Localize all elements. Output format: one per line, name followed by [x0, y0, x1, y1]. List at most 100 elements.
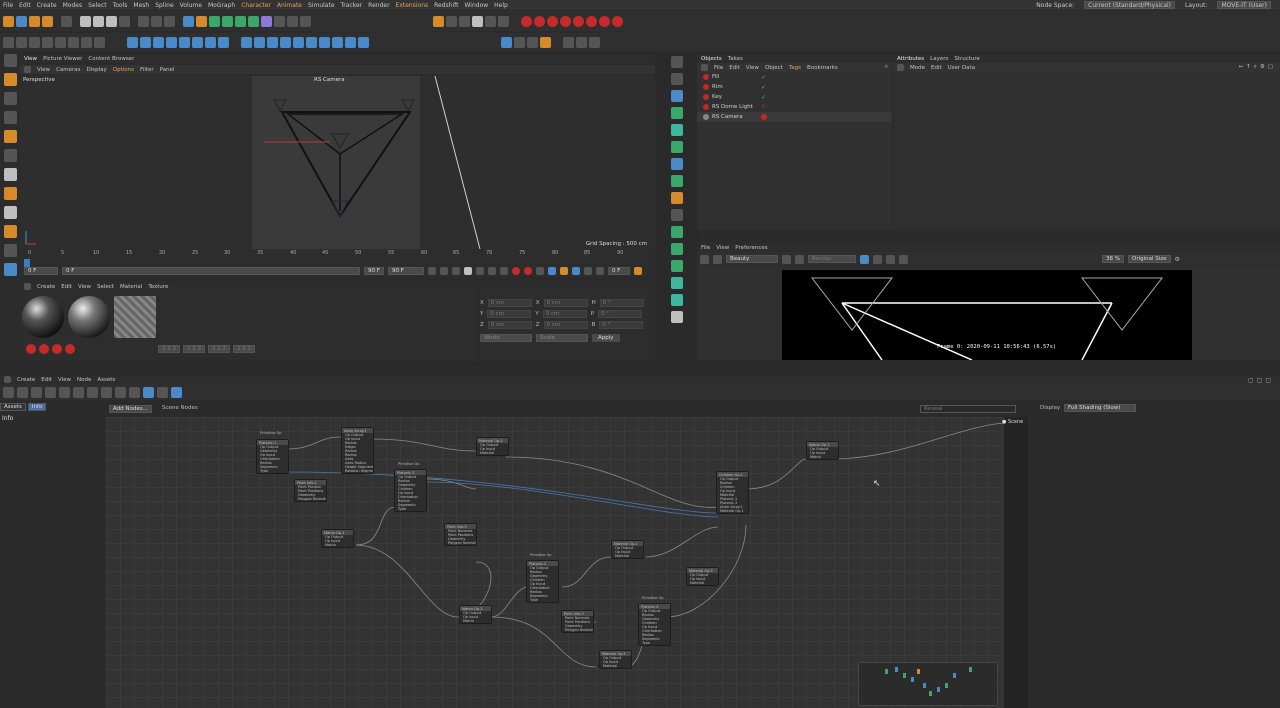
rs-mat-icon-3[interactable]: [589, 36, 600, 48]
start-frame-field[interactable]: 0 F: [24, 267, 58, 275]
object-row-key[interactable]: Key ✓: [697, 92, 892, 102]
cone-icon[interactable]: [254, 36, 265, 48]
redshift-env-icon[interactable]: [498, 15, 509, 27]
go-to-start-icon[interactable]: [428, 267, 436, 275]
chip-231[interactable]: 2 3 1: [233, 345, 255, 353]
grid-workplane-icon[interactable]: [3, 263, 17, 276]
rs-light-icon-2[interactable]: [534, 15, 545, 27]
rs-light-icon-7[interactable]: [599, 15, 610, 27]
rs-settings-icon[interactable]: [527, 36, 538, 48]
water-drop-icon[interactable]: [267, 36, 278, 48]
redshift-volume-icon[interactable]: [485, 15, 496, 27]
object-row-rim[interactable]: Rim ✓: [697, 82, 892, 92]
rs-brush-icon[interactable]: [670, 56, 683, 68]
attr-nav-icons[interactable]: ←↑⌕⚙▢: [1239, 64, 1276, 71]
attr-menu-icon[interactable]: [897, 64, 904, 71]
aov-select[interactable]: Beauty: [726, 255, 778, 263]
timeline-icon[interactable]: [634, 267, 642, 275]
viewport-menu-display[interactable]: Display: [87, 67, 107, 73]
object-row-dome-light[interactable]: RS Dome Light ✕: [697, 102, 892, 112]
node-minimap[interactable]: [858, 662, 998, 706]
rv-snapshot-icon[interactable]: [886, 254, 895, 264]
node-children-op-1[interactable]: Children Op.1 Op Output Radius Children …: [716, 471, 749, 514]
spline-icon[interactable]: [166, 36, 177, 48]
rv-ipr-icon[interactable]: [782, 254, 791, 264]
node-menu-view[interactable]: View: [58, 377, 71, 383]
record-icon[interactable]: [512, 267, 520, 275]
extrude-icon[interactable]: [218, 36, 229, 48]
rs-cam-icon[interactable]: [670, 73, 683, 85]
prev-frame-icon[interactable]: [452, 267, 460, 275]
menu-mesh[interactable]: Mesh: [133, 2, 149, 9]
menu-redshift[interactable]: Redshift: [434, 2, 458, 9]
node-port[interactable]: Matrix: [460, 619, 491, 623]
pen-icon[interactable]: [196, 15, 207, 27]
rs-dome-icon[interactable]: [670, 107, 683, 119]
node-port[interactable]: Matrix: [807, 455, 838, 459]
node-port[interactable]: Type: [639, 641, 670, 645]
viewport-menu-cameras[interactable]: Cameras: [56, 67, 80, 73]
objects-menu-view[interactable]: View: [746, 65, 759, 71]
menu-tracker[interactable]: Tracker: [341, 2, 363, 9]
node-menu-edit[interactable]: Edit: [41, 377, 52, 383]
node-matrix-op-2[interactable]: Matrix Op.2 Op Output Op Input Matrix: [459, 605, 492, 624]
rv-crop-icon[interactable]: [795, 254, 804, 264]
menu-animate[interactable]: Animate: [277, 2, 302, 9]
node-port[interactable]: Rotation Segments: [342, 469, 373, 473]
axis-mode-icon[interactable]: [3, 149, 17, 162]
rot-b-field[interactable]: 0 °: [599, 320, 644, 329]
key-parameter-icon[interactable]: [584, 267, 592, 275]
menu-extensions[interactable]: Extensions: [396, 2, 429, 9]
line-spline-icon[interactable]: [358, 36, 369, 48]
axis-lock-icon[interactable]: [29, 36, 40, 48]
object-row-rs-camera[interactable]: RS Camera: [697, 112, 892, 122]
node-search-input[interactable]: Reveal: [920, 405, 1016, 413]
node-tool-2-icon[interactable]: [17, 386, 28, 398]
rotate-tool-icon[interactable]: [42, 15, 53, 27]
rs-mat2-icon[interactable]: [52, 344, 62, 354]
end-frame-field[interactable]: 90 F: [364, 267, 384, 275]
node-port[interactable]: Polygon Normals: [445, 541, 476, 545]
rv-menu-file[interactable]: File: [701, 245, 710, 251]
point-mode-icon[interactable]: [55, 36, 66, 48]
chip-123[interactable]: 1 2 3: [183, 345, 205, 353]
key-position-icon[interactable]: [548, 267, 556, 275]
tab-info[interactable]: Info: [27, 403, 47, 411]
rot-h-field[interactable]: 0 °: [599, 298, 644, 307]
node-tool-13-icon[interactable]: [171, 386, 182, 398]
timeline-ruler[interactable]: 0 5 10 15 20 25 30 35 40 45 50 55 60 65 …: [20, 249, 655, 259]
node-tool-5-icon[interactable]: [59, 386, 70, 398]
tab-structure[interactable]: Structure: [954, 56, 980, 62]
tab-objects[interactable]: Objects: [701, 56, 722, 62]
node-material-op-3[interactable]: Material Op.3 Op Output Op Input Materia…: [686, 567, 719, 586]
play-icon[interactable]: [464, 267, 472, 275]
workplane-icon[interactable]: [16, 36, 27, 48]
viewport-perspective[interactable]: Perspective RS Camera Grid Spacing : 500…: [20, 76, 655, 249]
rs-mat-icon-1[interactable]: [563, 36, 574, 48]
render-image[interactable]: Frame 0: 2020-09-11 10:56:43 (6.57s): [782, 270, 1192, 360]
check-icon[interactable]: ✓: [761, 94, 766, 101]
autokey-icon[interactable]: [524, 267, 532, 275]
node-port[interactable]: Material: [612, 554, 643, 558]
node-tool-9-icon[interactable]: [115, 386, 126, 398]
rs-node-icon-2[interactable]: [670, 243, 683, 255]
edge-mode-icon[interactable]: [68, 36, 79, 48]
environment-icon[interactable]: [274, 15, 285, 27]
sweep-icon[interactable]: [179, 36, 190, 48]
snap-settings-icon[interactable]: [3, 206, 17, 219]
camera-tag-icon[interactable]: [761, 114, 767, 120]
node-space-select[interactable]: Current (Standard/Physical): [1084, 1, 1176, 9]
redshift-proxy-icon[interactable]: [459, 15, 470, 27]
menu-window[interactable]: Window: [465, 2, 489, 9]
objects-menu-object[interactable]: Object: [765, 65, 783, 71]
tab-content-browser[interactable]: Content Browser: [88, 56, 134, 62]
node-menu-assets[interactable]: Assets: [97, 377, 115, 383]
deformer-icon[interactable]: [261, 15, 272, 27]
size-x-field[interactable]: 0 cm: [543, 298, 588, 307]
node-port[interactable]: Material: [687, 581, 718, 585]
node-tool-1-icon[interactable]: [3, 386, 14, 398]
world-select[interactable]: World: [480, 333, 532, 342]
node-menu-icon[interactable]: [4, 376, 11, 383]
key-rotation-icon[interactable]: [572, 267, 580, 275]
attr-menu-edit[interactable]: Edit: [931, 65, 942, 71]
